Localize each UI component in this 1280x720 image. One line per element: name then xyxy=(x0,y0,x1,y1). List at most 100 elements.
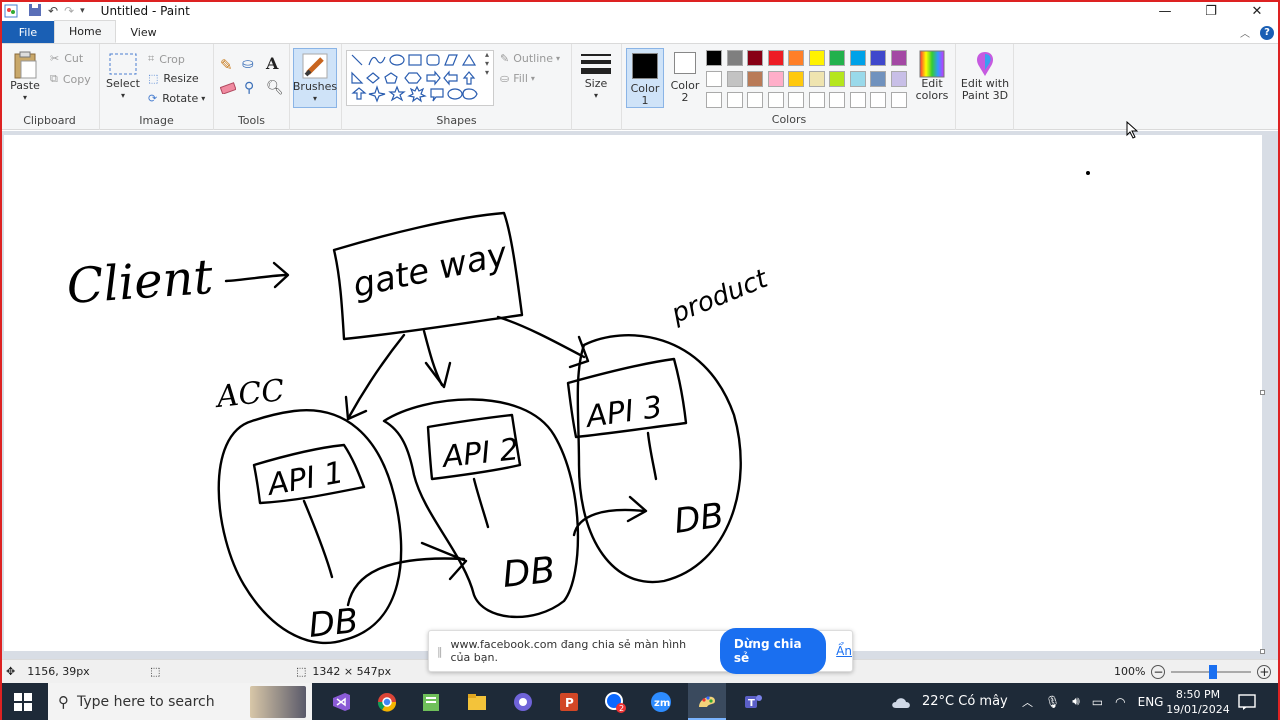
rotate-button[interactable]: ⟳ Rotate ▾ xyxy=(148,92,205,105)
color-swatch[interactable] xyxy=(829,92,845,108)
zoom-slider[interactable] xyxy=(1171,664,1252,679)
notepad-icon[interactable] xyxy=(414,683,448,720)
color-swatch[interactable] xyxy=(706,92,722,108)
teams-colorful-icon[interactable] xyxy=(506,683,540,720)
color-picker-icon[interactable]: ⚲ xyxy=(244,80,254,96)
color-swatch[interactable] xyxy=(890,92,907,108)
color-swatch[interactable] xyxy=(767,50,784,66)
color-swatch[interactable] xyxy=(788,92,804,108)
color2-button[interactable]: Color 2 xyxy=(668,52,702,104)
minimize-button[interactable]: — xyxy=(1142,0,1188,22)
wifi-icon[interactable]: ◠ xyxy=(1115,695,1125,709)
edit-with-paint3d-button[interactable]: Edit with Paint 3D xyxy=(958,50,1012,102)
hide-banner-link[interactable]: Ẩn xyxy=(836,644,852,658)
battery-icon[interactable]: ▭ xyxy=(1092,695,1103,709)
resize-handle-right[interactable] xyxy=(1260,390,1265,395)
zoom-in-icon[interactable]: + xyxy=(1257,664,1272,679)
tab-file[interactable]: File xyxy=(2,21,54,43)
color-swatch[interactable] xyxy=(726,71,743,87)
color-swatch[interactable] xyxy=(767,92,784,108)
tab-view[interactable]: View xyxy=(116,21,170,43)
color-swatch[interactable] xyxy=(726,92,743,108)
color-swatch[interactable] xyxy=(870,71,886,87)
paste-button[interactable]: Paste ▾ xyxy=(8,50,42,104)
drawing-canvas[interactable]: Client gate way product ACC API 1 API 2 … xyxy=(4,135,1265,654)
fill-button[interactable]: ⛀ Fill ▾ xyxy=(500,72,535,85)
color-swatch[interactable] xyxy=(747,50,763,66)
size-button[interactable]: Size ▾ xyxy=(578,52,614,102)
drag-handle-icon[interactable]: ‖ xyxy=(437,645,443,658)
color-swatch[interactable] xyxy=(870,92,886,108)
edit-colors-button[interactable]: Edit colors xyxy=(912,50,952,102)
show-hidden-icons[interactable]: ︿ xyxy=(1022,694,1033,710)
stop-sharing-button[interactable]: Dừng chia sẻ xyxy=(719,628,827,674)
undo-icon[interactable]: ↶ xyxy=(48,4,58,18)
volume-icon[interactable]: 🔊︎ xyxy=(1072,694,1080,709)
file-explorer-icon[interactable] xyxy=(460,683,494,720)
color-swatch[interactable] xyxy=(890,50,907,66)
cut-button[interactable]: ✂ Cut xyxy=(50,52,83,65)
save-icon[interactable] xyxy=(28,3,42,20)
start-button[interactable] xyxy=(0,683,46,720)
screen-share-banner: ‖ www.facebook.com đang chia sẻ màn hình… xyxy=(428,628,853,674)
title-bar: ↶ ↷ ▾ Untitled - Paint — ❐ ✕ xyxy=(0,0,1280,22)
weather-widget[interactable]: 22°C Có mây xyxy=(890,683,1008,720)
resize-button[interactable]: ⬚ Resize xyxy=(148,72,199,85)
shapes-gallery[interactable] xyxy=(346,50,494,106)
magnifier-icon[interactable]: 🔍︎ xyxy=(266,80,284,96)
tab-home[interactable]: Home xyxy=(54,20,117,43)
visual-studio-icon[interactable] xyxy=(324,683,358,720)
maximize-button[interactable]: ❐ xyxy=(1188,0,1234,22)
microphone-icon[interactable]: 🎙︎ xyxy=(1045,695,1060,709)
zoom-out-icon[interactable]: − xyxy=(1151,664,1166,679)
color-swatch[interactable] xyxy=(747,71,763,87)
taskbar-search[interactable]: ⚲ Type here to search xyxy=(48,683,312,720)
crop-button[interactable]: ⌗ Crop xyxy=(148,52,185,66)
color-swatch[interactable] xyxy=(849,50,866,66)
language-indicator[interactable]: ENG xyxy=(1138,695,1164,709)
resize-handle-corner[interactable] xyxy=(1260,649,1265,654)
color-swatch[interactable] xyxy=(706,50,722,66)
ribbon-tabs: File Home View ︿ ? xyxy=(0,20,1280,44)
customize-toolbar-icon[interactable]: ▾ xyxy=(80,6,85,16)
color-swatch[interactable] xyxy=(849,71,866,87)
color-swatch[interactable] xyxy=(747,92,763,108)
outline-button[interactable]: ✎ Outline ▾ xyxy=(500,52,560,65)
copy-button[interactable]: ⧉ Copy xyxy=(50,72,91,86)
chrome-icon[interactable] xyxy=(370,683,404,720)
color-swatch[interactable] xyxy=(726,50,743,66)
close-button[interactable]: ✕ xyxy=(1234,0,1280,22)
collapse-ribbon-icon[interactable]: ︿ xyxy=(1240,25,1250,40)
color-swatch[interactable] xyxy=(890,71,907,87)
color-swatch[interactable] xyxy=(767,71,784,87)
color-swatch[interactable] xyxy=(829,71,845,87)
color-swatch[interactable] xyxy=(788,71,804,87)
ms-teams-icon[interactable]: T xyxy=(736,683,770,720)
color1-button[interactable]: Color 1 xyxy=(626,48,664,108)
color-swatch[interactable] xyxy=(849,92,866,108)
color-swatch[interactable] xyxy=(808,92,825,108)
share-message: www.facebook.com đang chia sẻ màn hình c… xyxy=(450,638,687,664)
color-swatch[interactable] xyxy=(808,71,825,87)
color-swatch[interactable] xyxy=(870,50,886,66)
powerpoint-icon[interactable]: P xyxy=(552,683,586,720)
help-icon[interactable]: ? xyxy=(1260,25,1274,40)
paint-taskbar-icon[interactable] xyxy=(688,683,726,720)
zalo-icon[interactable]: 2 xyxy=(598,683,632,720)
shapes-scroll-icon[interactable]: ▴ ▾ ▾ xyxy=(485,50,489,77)
fill-bucket-icon[interactable]: ⛀ xyxy=(242,56,254,72)
redo-icon[interactable]: ↷ xyxy=(64,4,74,18)
brushes-button[interactable]: Brushes ▾ xyxy=(293,48,337,108)
text-tool-icon[interactable]: A xyxy=(266,54,278,73)
zoom-app-icon[interactable]: zm xyxy=(644,683,678,720)
color-swatch[interactable] xyxy=(788,50,804,66)
pencil-icon[interactable]: ✎ xyxy=(220,56,233,74)
canvas-workarea[interactable]: Client gate way product ACC API 1 API 2 … xyxy=(0,121,1280,659)
notification-icon[interactable] xyxy=(1238,683,1256,720)
select-button[interactable]: Select ▾ xyxy=(106,52,140,102)
color-swatch[interactable] xyxy=(808,50,825,66)
eraser-icon[interactable] xyxy=(220,82,236,94)
color-swatch[interactable] xyxy=(706,71,722,87)
clock[interactable]: 8:50 PM 19/01/2024 xyxy=(1166,683,1229,720)
color-swatch[interactable] xyxy=(829,50,845,66)
